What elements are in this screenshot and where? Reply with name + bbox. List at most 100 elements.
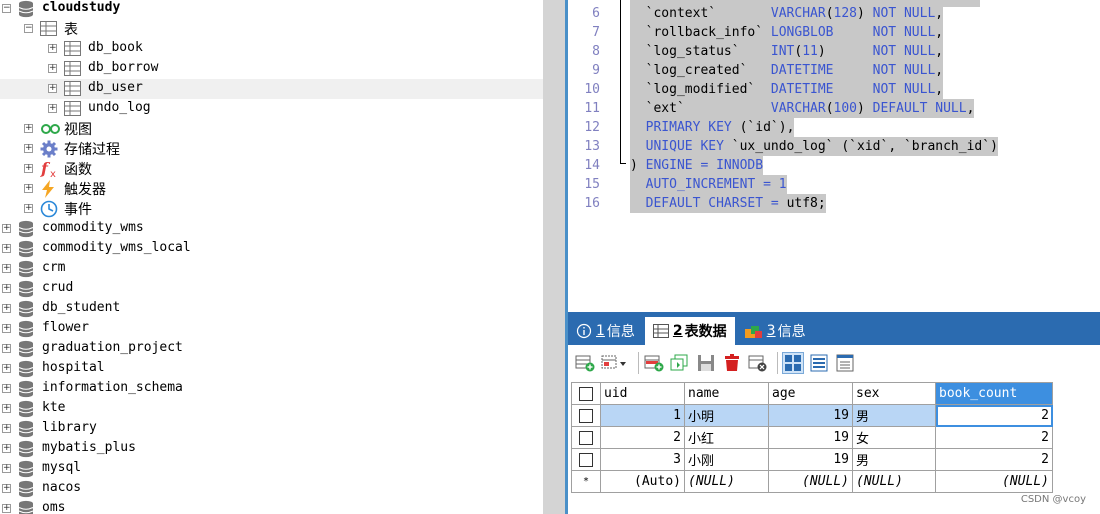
cell-sex[interactable]: 男 — [852, 404, 936, 427]
cell-age[interactable]: 19 — [768, 426, 853, 449]
cell-name[interactable]: 小红 — [684, 426, 769, 449]
form-view-button[interactable] — [808, 352, 830, 374]
cell-uid-auto[interactable]: (Auto) — [600, 470, 685, 493]
expand-toggle[interactable]: + — [48, 84, 57, 93]
tree-db-crm[interactable]: + crm — [0, 259, 543, 279]
cell-uid[interactable]: 2 — [600, 426, 685, 449]
cancel-changes-button[interactable] — [747, 352, 769, 374]
cell-book-count[interactable]: 2 — [935, 426, 1053, 449]
expand-toggle[interactable]: + — [2, 364, 11, 373]
tree-folder-functions[interactable]: + f x 函数 — [0, 159, 543, 180]
row-checkbox[interactable] — [579, 452, 593, 467]
tree-db-hospital[interactable]: + hospital — [0, 359, 543, 379]
code-line[interactable]: `log_created` DATETIME NOT NULL, — [630, 61, 944, 80]
tree-db-commodity-wms[interactable]: + commodity_wms — [0, 219, 543, 239]
tree-folder-events[interactable]: + 事件 — [0, 199, 543, 219]
expand-toggle[interactable]: + — [2, 444, 11, 453]
tab-table-data[interactable]: 2 表数据 — [644, 317, 735, 345]
code-line[interactable]: `ext` VARCHAR(100) DEFAULT NULL, — [630, 99, 975, 118]
expand-toggle[interactable]: + — [24, 184, 33, 193]
tree-db-oms[interactable]: + oms — [0, 499, 543, 514]
cell-book-count-null[interactable]: (NULL) — [935, 470, 1053, 493]
code-line[interactable]: ) ENGINE = INNODB — [630, 156, 764, 175]
row-checkbox[interactable] — [579, 430, 593, 445]
save-button[interactable] — [695, 352, 717, 374]
table-row[interactable]: 1 小明 19 男 2 — [571, 404, 1053, 427]
row-checkbox[interactable] — [579, 408, 593, 423]
text-view-button[interactable] — [834, 352, 856, 374]
object-browser-tree[interactable]: − cloudstudy − 表 + db_book + db_borrow + db_user +… — [0, 0, 543, 514]
code-line[interactable]: `context` VARCHAR(128) NOT NULL, — [630, 4, 944, 23]
expand-toggle[interactable]: + — [2, 244, 11, 253]
column-header-name[interactable]: name — [684, 382, 769, 405]
columns-menu-button[interactable] — [600, 352, 630, 374]
expand-toggle[interactable]: + — [2, 304, 11, 313]
tree-folder-views[interactable]: + 视图 — [0, 119, 543, 139]
duplicate-row-button[interactable] — [669, 352, 691, 374]
collapse-toggle[interactable]: − — [2, 4, 11, 13]
code-line[interactable]: PRIMARY KEY (`id`), — [630, 118, 795, 137]
tree-db-library[interactable]: + library — [0, 419, 543, 439]
expand-toggle[interactable]: + — [2, 384, 11, 393]
code-line[interactable]: AUTO_INCREMENT = 1 — [630, 175, 787, 194]
code-line[interactable]: `log_modified` DATETIME NOT NULL, — [630, 80, 944, 99]
tree-db-commodity-wms-local[interactable]: + commodity_wms_local — [0, 239, 543, 259]
row-checkbox-cell[interactable] — [571, 448, 601, 471]
expand-toggle[interactable]: + — [2, 264, 11, 273]
cell-sex-null[interactable]: (NULL) — [852, 470, 936, 493]
tree-db-nacos[interactable]: + nacos — [0, 479, 543, 499]
grid-view-button[interactable] — [782, 352, 804, 374]
cell-age[interactable]: 19 — [768, 448, 853, 471]
tab-messages[interactable]: 1 信息 — [568, 317, 643, 345]
cell-sex[interactable]: 女 — [852, 426, 936, 449]
expand-toggle[interactable]: + — [24, 144, 33, 153]
new-row[interactable]: * (Auto) (NULL) (NULL) (NULL) (NULL) — [571, 470, 1053, 493]
code-line[interactable]: `rollback_info` LONGBLOB NOT NULL, — [630, 23, 944, 42]
pane-splitter[interactable] — [543, 0, 565, 514]
expand-toggle[interactable]: + — [24, 124, 33, 133]
expand-toggle[interactable]: + — [24, 204, 33, 213]
cell-book-count[interactable]: 2 — [935, 448, 1053, 471]
cell-book-count[interactable]: 2 — [935, 404, 1053, 427]
code-line[interactable]: UNIQUE KEY `ux_undo_log` (`xid`, `branch… — [630, 137, 998, 156]
expand-toggle[interactable]: + — [2, 484, 11, 493]
tree-db-information-schema[interactable]: + information_schema — [0, 379, 543, 399]
expand-toggle[interactable]: + — [48, 64, 57, 73]
tree-db-kte[interactable]: + kte — [0, 399, 543, 419]
tree-table-undo-log[interactable]: + undo_log — [0, 99, 543, 119]
tab-info[interactable]: 3 信息 — [737, 317, 814, 345]
cell-name[interactable]: 小明 — [684, 404, 769, 427]
row-checkbox-cell[interactable] — [571, 404, 601, 427]
tree-table-db-borrow[interactable]: + db_borrow — [0, 59, 543, 79]
tree-db-mybatis-plus[interactable]: + mybatis_plus — [0, 439, 543, 459]
expand-toggle[interactable]: + — [2, 284, 11, 293]
expand-toggle[interactable]: + — [2, 504, 11, 513]
tree-db-mysql[interactable]: + mysql — [0, 459, 543, 479]
tree-db-cloudstudy[interactable]: − cloudstudy — [0, 0, 543, 19]
data-grid[interactable]: uid name age sex book_count 1 小明 19 男 2 … — [571, 382, 1053, 493]
column-header-sex[interactable]: sex — [852, 382, 936, 405]
select-all-checkbox[interactable] — [579, 386, 593, 401]
column-header-book-count[interactable]: book_count — [935, 382, 1053, 405]
expand-toggle[interactable]: + — [2, 344, 11, 353]
cell-name-null[interactable]: (NULL) — [684, 470, 769, 493]
expand-toggle[interactable]: + — [2, 224, 11, 233]
cell-uid[interactable]: 1 — [600, 404, 685, 427]
select-all-checkbox-cell[interactable] — [571, 382, 601, 405]
sql-editor[interactable]: 6 `context` VARCHAR(128) NOT NULL, 7 `rol… — [568, 0, 1100, 312]
tree-table-db-book[interactable]: + db_book — [0, 39, 543, 59]
cell-uid[interactable]: 3 — [600, 448, 685, 471]
expand-toggle[interactable]: + — [48, 104, 57, 113]
row-checkbox-cell[interactable] — [571, 426, 601, 449]
expand-toggle[interactable]: + — [2, 324, 11, 333]
tree-table-db-user[interactable]: + db_user — [0, 79, 543, 99]
delete-button[interactable] — [721, 352, 743, 374]
table-row[interactable]: 2 小红 19 女 2 — [571, 426, 1053, 449]
tree-folder-procedures[interactable]: + 存储过程 — [0, 139, 543, 159]
column-header-uid[interactable]: uid — [600, 382, 685, 405]
cell-name[interactable]: 小刚 — [684, 448, 769, 471]
tree-db-crud[interactable]: + crud — [0, 279, 543, 299]
tree-db-graduation-project[interactable]: + graduation_project — [0, 339, 543, 359]
expand-toggle[interactable]: + — [48, 44, 57, 53]
tree-folder-triggers[interactable]: + 触发器 — [0, 179, 543, 199]
